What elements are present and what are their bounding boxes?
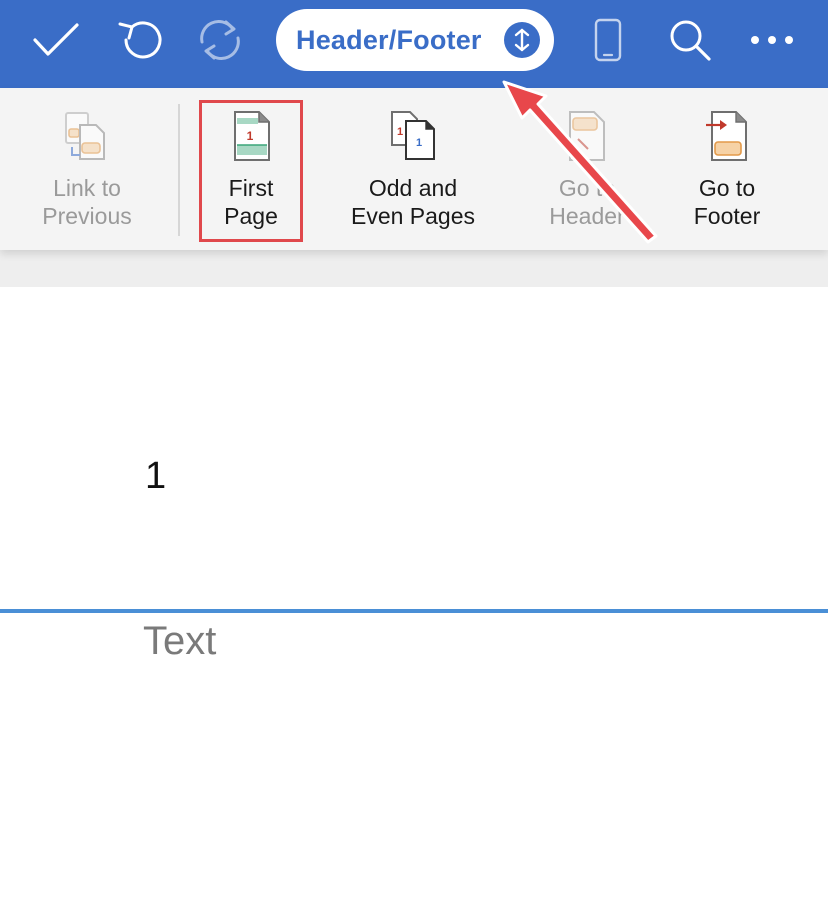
odd-even-pages-icon: 1 1 [385, 108, 441, 164]
header-footer-ribbon: Link to Previous 1 First Page 1 1 Odd an… [0, 88, 828, 250]
go-to-footer-button[interactable]: Go to Footer [672, 98, 782, 242]
go-to-header-button[interactable]: Go to Header [528, 98, 646, 242]
go-to-footer-label-2: Footer [693, 203, 761, 229]
header-footer-mode-selector[interactable]: Header/Footer [276, 9, 554, 71]
ribbon-divider [178, 104, 180, 236]
first-page-highlight [199, 100, 303, 242]
go-to-header-label-2: Header [549, 203, 625, 229]
checkmark-icon[interactable] [28, 14, 84, 66]
redo-icon[interactable] [192, 14, 248, 66]
body-text-placeholder[interactable]: Text [143, 619, 216, 664]
svg-text:1: 1 [397, 126, 403, 138]
mode-label: Header/Footer [296, 24, 482, 55]
up-down-arrows-icon [504, 22, 540, 58]
link-to-previous-button[interactable]: Link to Previous [20, 98, 154, 242]
more-dots-icon[interactable] [744, 14, 800, 66]
go-to-header-label-1: Go to [558, 175, 616, 201]
link-to-previous-label-2: Previous [42, 203, 132, 229]
phone-icon[interactable] [580, 14, 636, 66]
header-content[interactable]: 1 [145, 455, 166, 498]
odd-and-even-pages-label-1: Odd and [368, 175, 458, 201]
go-to-header-icon [559, 108, 615, 164]
top-toolbar: Header/Footer [0, 0, 828, 88]
search-icon[interactable] [662, 14, 718, 66]
undo-icon[interactable] [110, 14, 166, 66]
go-to-footer-label-1: Go to [698, 175, 756, 201]
odd-and-even-pages-label-2: Even Pages [350, 203, 476, 229]
document-page[interactable]: 1 Text [0, 287, 828, 905]
ribbon-gap [0, 250, 828, 287]
odd-and-even-pages-button[interactable]: 1 1 Odd and Even Pages [340, 98, 486, 242]
header-boundary-line [0, 609, 828, 613]
link-to-previous-icon [59, 108, 115, 164]
go-to-footer-icon [699, 108, 755, 164]
svg-text:1: 1 [416, 137, 422, 149]
link-to-previous-label-1: Link to [53, 175, 121, 201]
